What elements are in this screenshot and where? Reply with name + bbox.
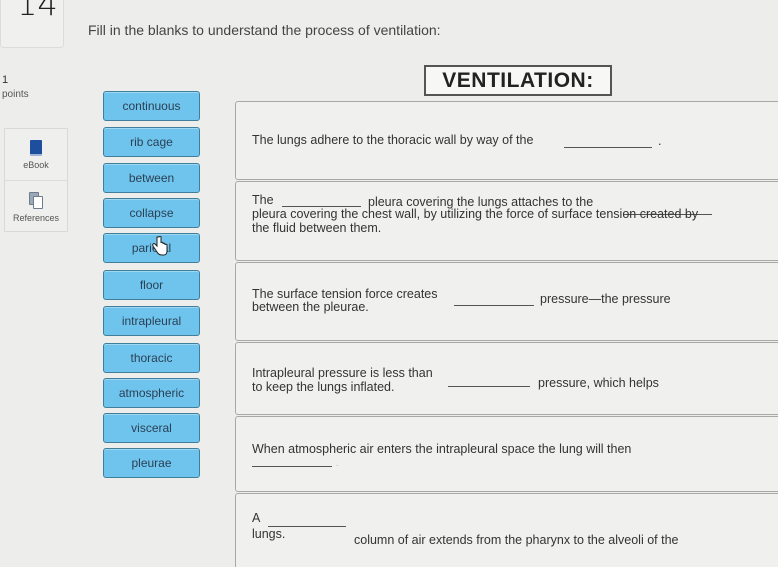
statement-box-4: Intrapleural pressure is less than press… [235,342,778,415]
statement-text: The lungs adhere to the thoracic wall by… [252,133,534,147]
statement-text: to keep the lungs inflated. [252,380,395,394]
book-icon [30,139,42,156]
word-tile[interactable]: thoracic [103,343,200,373]
statement-text: Intrapleural pressure is less than [252,366,433,380]
question-instructions: Fill in the blanks to understand the pro… [88,22,441,38]
word-tile[interactable]: rib cage [103,127,200,157]
answer-blank[interactable] [564,147,652,148]
ebook-label: eBook [23,159,49,170]
resource-tools: eBook References [4,128,68,232]
statement-text: the fluid between them. [252,221,382,235]
word-tile[interactable]: intrapleural [103,306,200,336]
word-tile[interactable]: pleurae [103,448,200,478]
word-tile[interactable]: parietal [103,233,200,263]
statement-box-1: The lungs adhere to the thoracic wall by… [235,101,778,180]
statement-box-5: When atmospheric air enters the intraple… [235,416,778,492]
references-button[interactable]: References [5,181,67,233]
statement-text: column of air extends from the pharynx t… [354,533,679,547]
references-label: References [12,212,60,223]
statement-box-3: The surface tension force creates pressu… [235,262,778,341]
diagram-title: VENTILATION: [424,65,612,96]
statement-text: The [252,193,274,207]
word-tile[interactable]: continuous [103,91,200,121]
ebook-button[interactable]: eBook [5,129,67,181]
question-number: 14 [17,0,58,23]
statement-text: . [658,134,662,148]
answer-blank[interactable] [448,386,530,387]
statement-text: When atmospheric air enters the intraple… [252,442,632,456]
word-tile[interactable]: between [103,163,200,193]
statement-box-2: The pleura covering the lungs attaches t… [235,181,778,261]
statement-text: . [336,459,339,468]
statement-box-6: A column of air extends from the pharynx… [235,493,778,567]
answer-blank[interactable] [454,305,534,306]
word-tile[interactable]: atmospheric [103,378,200,408]
points-value: 1 [2,74,9,86]
statement-text: A [252,511,261,525]
question-number-box: 14 [0,0,64,48]
answer-blank[interactable] [252,466,332,467]
statement-text: lungs. [252,527,286,541]
word-tile[interactable]: visceral [103,413,200,443]
word-tile[interactable]: collapse [103,198,200,228]
documents-icon [29,191,43,209]
statement-text: between the pleurae. [252,300,369,314]
points-label: points [2,89,29,100]
statement-text: pressure, which helps [538,376,659,390]
statement-text: pressure—the pressure [540,292,671,306]
statement-text: pleura covering the chest wall, by utili… [252,207,699,221]
word-tile[interactable]: floor [103,270,200,300]
